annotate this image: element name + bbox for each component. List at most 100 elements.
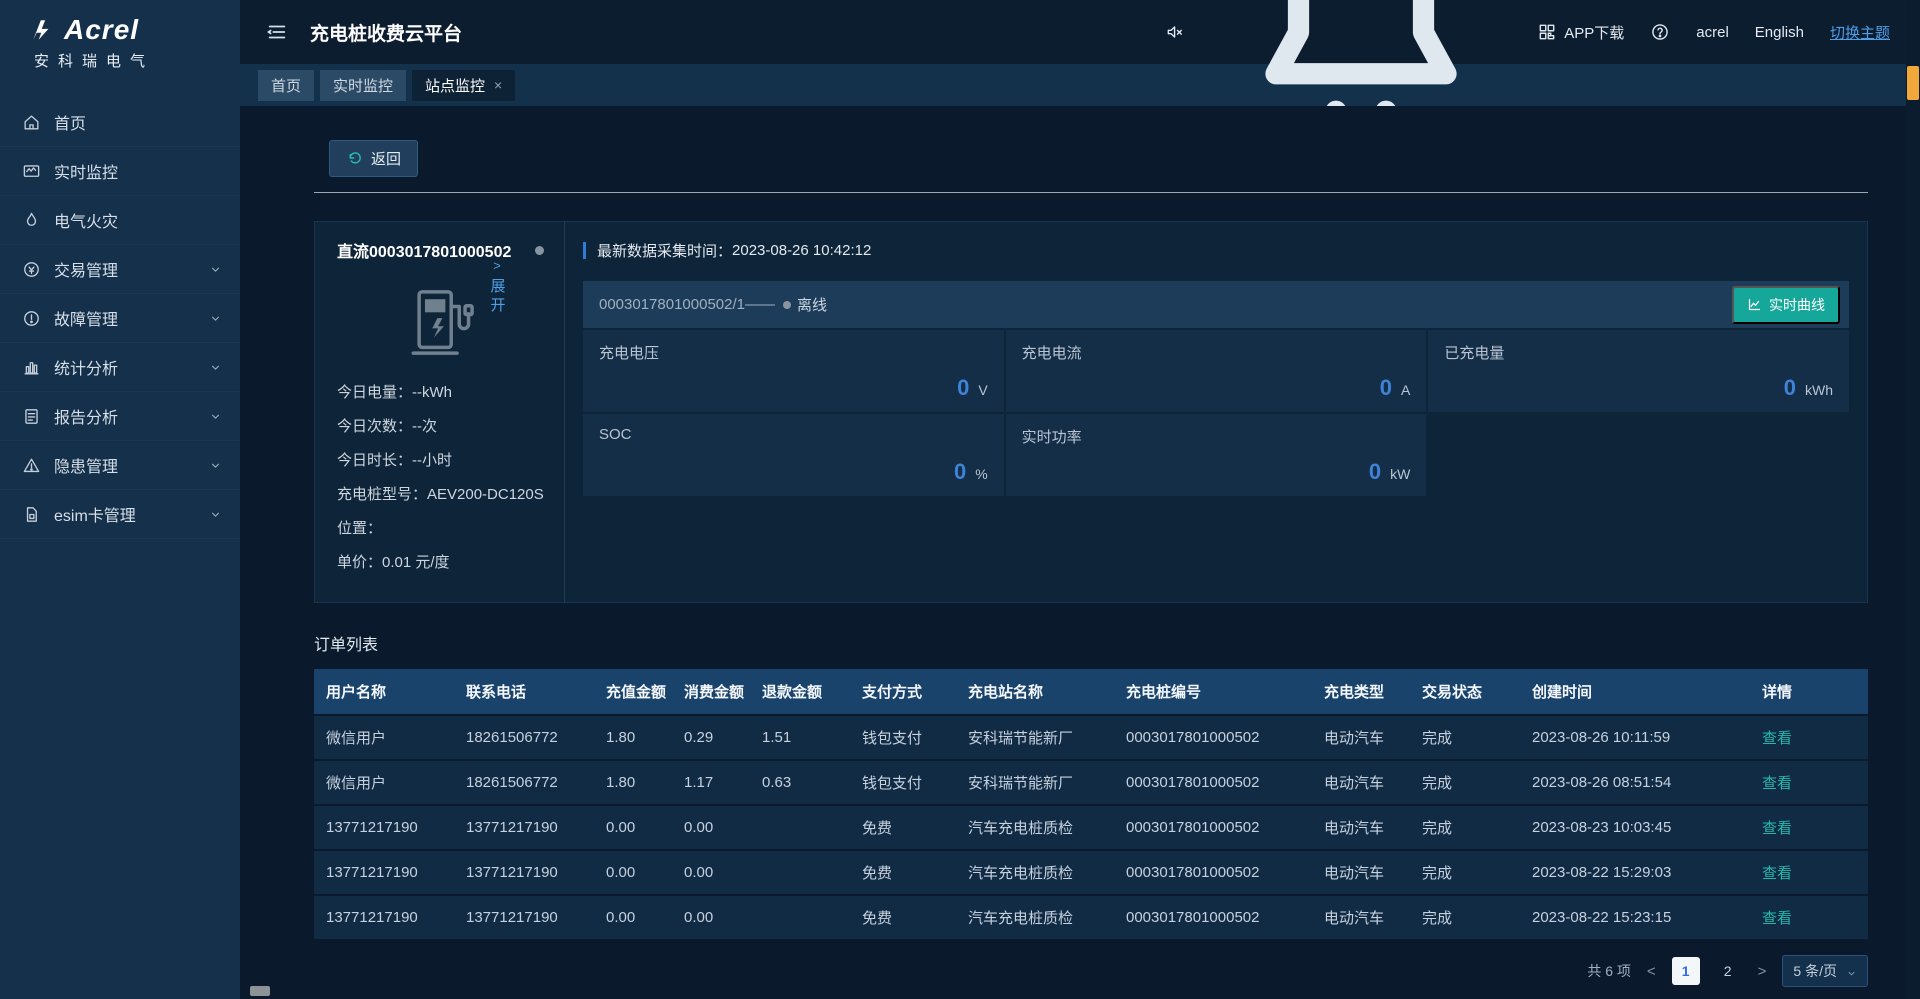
chevron-down-icon	[209, 263, 222, 276]
accent-bar	[583, 242, 586, 259]
page-button-2[interactable]: 2	[1714, 957, 1742, 985]
tab-label: 站点监控	[425, 75, 485, 96]
collect-time-value: 2023-08-26 10:42:12	[732, 242, 871, 259]
cell-phone: 18261506772	[454, 760, 594, 805]
device-card: 直流0003017801000502	[315, 222, 565, 602]
cell-created: 2023-08-23 10:03:45	[1520, 805, 1750, 850]
sidebar-item-label: 统计分析	[54, 355, 118, 379]
realtime-curve-button[interactable]: 实时曲线	[1732, 286, 1840, 324]
view-details-link[interactable]: 查看	[1762, 775, 1792, 792]
tab-home[interactable]: 首页	[258, 70, 314, 101]
metric-value: 0	[954, 459, 966, 485]
top-header: 充电桩收费云平台 99+ APP下载	[240, 0, 1920, 64]
chevron-down-icon	[209, 410, 222, 423]
page-size-select[interactable]: 5 条/页	[1782, 955, 1868, 987]
column-header-pile-no: 充电桩编号	[1114, 669, 1312, 715]
table-row: 微信用户 18261506772 1.80 1.17 0.63 钱包支付 安科瑞…	[314, 760, 1868, 805]
back-button[interactable]: 返回	[329, 140, 418, 177]
pagination-bar: 共 6 项 < 1 2 > 5 条/页	[314, 955, 1868, 987]
tab-label: 首页	[271, 75, 301, 96]
view-details-link[interactable]: 查看	[1762, 820, 1792, 837]
menu-collapse-icon[interactable]	[266, 21, 288, 43]
cell-recharge: 0.00	[594, 850, 672, 895]
hazard-icon	[22, 456, 41, 475]
stat-location: 位置：	[337, 512, 544, 546]
sidebar-item-electrical-fire[interactable]: 电气火灾	[0, 196, 240, 245]
sidebar-item-report-analysis[interactable]: 报告分析	[0, 392, 240, 441]
orders-table: 用户名称 联系电话 充值金额 消费金额 退款金额 支付方式 充电站名称 充电桩编…	[314, 669, 1868, 939]
mute-icon[interactable]	[1165, 22, 1185, 42]
view-details-link[interactable]: 查看	[1762, 730, 1792, 747]
scrollbar-thumb[interactable]	[1907, 66, 1919, 100]
cell-type: 电动汽车	[1312, 895, 1410, 939]
next-page-button[interactable]: >	[1756, 963, 1769, 980]
cell-station: 汽车充电桩质检	[956, 895, 1114, 939]
sidebar-item-label: 首页	[54, 110, 86, 134]
column-header-details: 详情	[1750, 669, 1868, 715]
sidebar-item-hazard-management[interactable]: 隐患管理	[0, 441, 240, 490]
total-items-label: 共 6 项	[1587, 961, 1631, 981]
page-button-1[interactable]: 1	[1672, 957, 1700, 985]
cell-recharge: 1.80	[594, 715, 672, 760]
cell-recharge: 0.00	[594, 805, 672, 850]
home-icon	[22, 113, 41, 132]
sidebar-item-fault-management[interactable]: 故障管理	[0, 294, 240, 343]
username[interactable]: acrel	[1696, 24, 1729, 41]
metric-unit: V	[978, 382, 987, 398]
chevron-down-icon	[1846, 966, 1857, 977]
cell-status: 完成	[1410, 715, 1520, 760]
statistics-icon	[22, 358, 41, 377]
report-icon	[22, 407, 41, 426]
cell-pile-no: 0003017801000502	[1114, 715, 1312, 760]
curve-button-label: 实时曲线	[1769, 295, 1825, 315]
app-download-button[interactable]: APP下载	[1537, 22, 1624, 43]
metric-unit: A	[1401, 382, 1410, 398]
horizontal-scrollbar-thumb[interactable]	[250, 986, 270, 996]
sim-card-icon	[22, 505, 41, 524]
sidebar-item-home[interactable]: 首页	[0, 98, 240, 147]
cell-phone: 13771217190	[454, 895, 594, 939]
device-monitor-panel: 直流0003017801000502	[314, 221, 1868, 603]
view-details-link[interactable]: 查看	[1762, 865, 1792, 882]
metric-cell-empty	[1428, 414, 1849, 496]
metric-unit: kW	[1390, 466, 1410, 482]
close-tab-icon[interactable]: ×	[494, 77, 502, 93]
vertical-scrollbar[interactable]	[1906, 0, 1920, 999]
help-icon[interactable]	[1650, 22, 1670, 42]
tab-realtime-monitor[interactable]: 实时监控	[320, 70, 406, 101]
cell-refund	[750, 805, 850, 850]
cell-consumption: 0.00	[672, 850, 750, 895]
stat-today-energy: 今日电量：--kWh	[337, 376, 544, 410]
electrical-fire-icon	[22, 211, 41, 230]
cell-station: 汽车充电桩质检	[956, 805, 1114, 850]
cell-refund	[750, 895, 850, 939]
sidebar-item-transaction-management[interactable]: 交易管理	[0, 245, 240, 294]
sidebar-item-realtime-monitor[interactable]: 实时监控	[0, 147, 240, 196]
cell-payment: 免费	[850, 895, 956, 939]
chevron-down-icon	[209, 508, 222, 521]
view-details-link[interactable]: 查看	[1762, 910, 1792, 927]
sidebar-item-esim-card-management[interactable]: esim卡管理	[0, 490, 240, 539]
prev-page-button[interactable]: <	[1645, 963, 1658, 980]
cell-refund: 1.51	[750, 715, 850, 760]
column-header-consumption: 消费金额	[672, 669, 750, 715]
cell-created: 2023-08-22 15:23:15	[1520, 895, 1750, 939]
theme-switch-link[interactable]: 切换主题	[1830, 22, 1890, 43]
cell-consumption: 0.29	[672, 715, 750, 760]
metric-unit: %	[975, 466, 987, 482]
sidebar-item-statistics-analysis[interactable]: 统计分析	[0, 343, 240, 392]
logo-title: Acrel	[64, 14, 139, 46]
collect-time-label: 最新数据采集时间：	[597, 240, 732, 261]
tab-station-monitor[interactable]: 站点监控 ×	[412, 70, 515, 101]
language-switch[interactable]: English	[1755, 24, 1804, 41]
acrel-logo-icon	[30, 17, 56, 43]
stat-model: 充电桩型号：AEV200-DC120S	[337, 478, 544, 512]
cell-consumption: 0.00	[672, 895, 750, 939]
cell-user: 微信用户	[314, 715, 454, 760]
column-header-station: 充电站名称	[956, 669, 1114, 715]
metric-realtime-power: 实时功率 0kW	[1006, 414, 1427, 496]
expand-panel-strip[interactable]: > 展开	[487, 258, 507, 316]
qr-grid-icon	[1537, 22, 1557, 42]
column-header-status: 交易状态	[1410, 669, 1520, 715]
chevron-down-icon	[209, 312, 222, 325]
